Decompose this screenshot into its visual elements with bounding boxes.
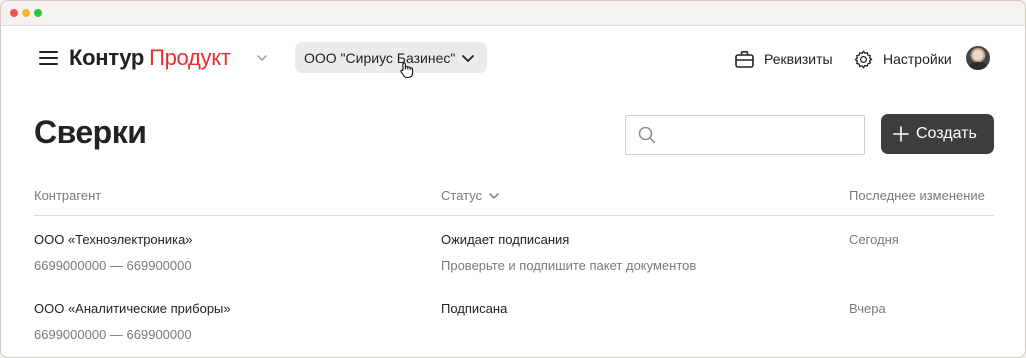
top-header: Контур Продукт ООО "Сириус Базинес" Рекви… — [1, 26, 1025, 92]
organization-name: ООО "Сириус Базинес" — [304, 50, 456, 66]
page-title: Сверки — [34, 114, 147, 150]
logo-brand: Контур — [69, 45, 145, 70]
column-header-status-label: Статус — [441, 188, 483, 203]
search-field[interactable] — [625, 115, 865, 155]
counterparty-inn: 6699000000 — 669900000 — [34, 327, 192, 342]
logo-product: Продукт — [149, 45, 231, 70]
table-header-divider — [34, 215, 994, 216]
column-header-last-change: Последнее изменение — [849, 188, 985, 203]
avatar[interactable] — [966, 46, 990, 70]
plus-icon — [893, 126, 909, 142]
create-button-label: Создать — [916, 125, 977, 142]
search-input[interactable] — [666, 124, 860, 148]
title-bar — [1, 1, 1025, 26]
table-row[interactable]: ООО «Аналитические приборы» 6699000000 —… — [1, 301, 1025, 357]
maximize-window-button[interactable] — [34, 9, 42, 17]
settings-label: Настройки — [883, 51, 952, 67]
create-button[interactable]: Создать — [881, 114, 994, 154]
minimize-window-button[interactable] — [22, 9, 30, 17]
counterparty-inn: 6699000000 — 669900000 — [34, 258, 192, 273]
hand-cursor-icon — [400, 62, 414, 79]
status-text: Ожидает подписания — [441, 232, 570, 247]
status-text: Подписана — [441, 301, 508, 316]
product-logo[interactable]: Контур Продукт — [69, 45, 231, 71]
briefcase-icon — [735, 50, 754, 68]
status-hint: Проверьте и подпишите пакет документов — [441, 258, 697, 273]
counterparty-name: ООО «Техноэлектроника» — [34, 232, 193, 247]
table-row[interactable]: ООО «Техноэлектроника» 6699000000 — 6699… — [1, 232, 1025, 300]
chevron-down-icon — [462, 55, 474, 62]
column-header-counterparty: Контрагент — [34, 188, 102, 203]
menu-icon[interactable] — [39, 50, 59, 66]
column-header-status[interactable]: Статус — [441, 188, 500, 203]
chevron-down-icon[interactable] — [256, 52, 268, 64]
app-window: Контур Продукт ООО "Сириус Базинес" Рекви… — [0, 0, 1026, 358]
last-change-date: Вчера — [849, 301, 886, 316]
organization-select[interactable]: ООО "Сириус Базинес" — [295, 42, 487, 73]
requisites-label: Реквизиты — [764, 51, 833, 67]
search-icon — [638, 126, 656, 144]
last-change-date: Сегодня — [849, 232, 899, 247]
settings-link[interactable]: Настройки — [853, 48, 952, 70]
requisites-link[interactable]: Реквизиты — [734, 48, 833, 70]
close-window-button[interactable] — [10, 9, 18, 17]
counterparty-name: ООО «Аналитические приборы» — [34, 301, 231, 316]
chevron-down-icon — [489, 192, 499, 199]
gear-icon — [854, 50, 873, 68]
